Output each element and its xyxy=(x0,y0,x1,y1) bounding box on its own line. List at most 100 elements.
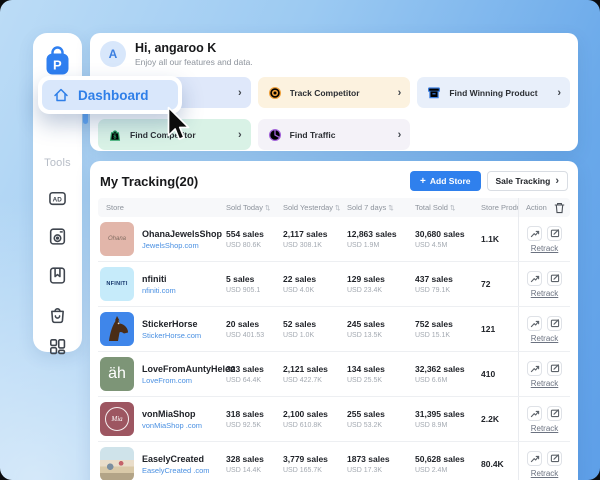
store-name: StickerHorse xyxy=(142,319,201,329)
edit-action-button[interactable] xyxy=(547,361,562,376)
apps-grid-icon xyxy=(47,336,68,357)
chart-icon xyxy=(530,228,540,238)
column-sold-today[interactable]: Sold Today⇅ xyxy=(226,203,283,212)
dashboard-popup-label: Dashboard xyxy=(78,88,149,103)
sale-tracking-button[interactable]: Sale Tracking › xyxy=(487,171,568,191)
analytics-action-button[interactable] xyxy=(527,316,542,331)
analytics-action-button[interactable] xyxy=(527,271,542,286)
trash-icon xyxy=(554,202,565,214)
store-logo: Ohana xyxy=(100,222,134,256)
delete-all-button[interactable] xyxy=(554,202,565,214)
store-logo: Mia xyxy=(100,402,134,436)
svg-text:P: P xyxy=(53,58,62,73)
sidebar-item-saved[interactable] xyxy=(47,265,68,286)
edit-icon xyxy=(550,318,560,328)
store-name: vonMiaShop xyxy=(142,409,202,419)
store-domain-link[interactable]: EaselyCreated .com xyxy=(142,466,210,475)
chevron-right-icon: › xyxy=(238,87,242,99)
store-products-count: 410 xyxy=(481,369,518,379)
edit-icon xyxy=(550,273,560,283)
chart-icon xyxy=(530,453,540,463)
edit-icon xyxy=(550,453,560,463)
store-products-count: 1.1K xyxy=(481,234,518,244)
greeting-text: Hi, angaroo K xyxy=(135,41,253,55)
greeting-subtitle: Enjoy all our features and data. xyxy=(135,57,253,67)
edit-action-button[interactable] xyxy=(547,406,562,421)
retrack-link[interactable]: Retrack xyxy=(531,244,559,253)
edit-icon xyxy=(550,363,560,373)
product-box-icon xyxy=(426,85,442,101)
avatar: A xyxy=(100,41,126,67)
edit-action-button[interactable] xyxy=(547,316,562,331)
sidebar-item-apps[interactable] xyxy=(47,336,68,357)
sort-icon: ⇅ xyxy=(450,205,455,212)
sidebar-item-ad-spy[interactable] xyxy=(47,226,68,247)
analytics-action-button[interactable] xyxy=(527,361,542,376)
retrack-link[interactable]: Retrack xyxy=(531,469,559,478)
edit-icon xyxy=(550,228,560,238)
analytics-action-button[interactable] xyxy=(527,451,542,466)
chevron-right-icon: › xyxy=(557,87,561,99)
tools-section-label: Tools xyxy=(33,157,82,169)
tracking-title: My Tracking(20) xyxy=(100,174,410,189)
column-store-products: Store Products xyxy=(481,203,518,212)
card-track-competitor[interactable]: Track Competitor › xyxy=(258,77,411,108)
svg-text:AD: AD xyxy=(53,196,63,203)
chevron-right-icon: › xyxy=(238,129,242,141)
app-screen: P Tools AD xyxy=(0,0,600,480)
sidebar-item-shop-finder[interactable] xyxy=(47,304,68,325)
table-row: StickerHorse StickerHorse.com 20 salesUS… xyxy=(98,307,570,352)
store-dollar-icon: $ xyxy=(107,127,123,143)
analytics-action-button[interactable] xyxy=(527,226,542,241)
mouse-cursor xyxy=(161,106,195,149)
table-row: EaselyCreated EaselyCreated .com 328 sal… xyxy=(98,442,570,480)
table-row: äh LoveFromAuntyHelen LoveFrom.com 323 s… xyxy=(98,352,570,397)
store-domain-link[interactable]: nfiniti.com xyxy=(142,286,176,295)
chevron-right-icon: › xyxy=(555,175,559,187)
home-icon xyxy=(52,86,70,104)
store-domain-link[interactable]: JewelsShop.com xyxy=(142,241,222,250)
card-label: Find Winning Product xyxy=(449,88,550,98)
pie-chart-icon xyxy=(267,127,283,143)
store-name: OhanaJewelsShop xyxy=(142,229,222,239)
target-icon xyxy=(267,85,283,101)
store-domain-link[interactable]: StickerHorse.com xyxy=(142,331,201,340)
column-sold-7days[interactable]: Sold 7 days⇅ xyxy=(347,203,415,212)
edit-action-button[interactable] xyxy=(547,226,562,241)
chart-icon xyxy=(530,273,540,283)
plus-icon: + xyxy=(420,176,426,187)
retrack-link[interactable]: Retrack xyxy=(531,334,559,343)
sidebar-item-ad-library[interactable]: AD xyxy=(47,188,68,209)
edit-action-button[interactable] xyxy=(547,271,562,286)
column-action: Action xyxy=(518,198,570,217)
store-logo: äh xyxy=(100,357,134,391)
edit-action-button[interactable] xyxy=(547,451,562,466)
table-header: Store Sold Today⇅ Sold Yesterday⇅ Sold 7… xyxy=(98,198,570,217)
edit-icon xyxy=(550,408,560,418)
store-products-count: 2.2K xyxy=(481,414,518,424)
store-domain-link[interactable]: vonMiaShop .com xyxy=(142,421,202,430)
card-find-traffic[interactable]: Find Traffic › xyxy=(258,119,411,150)
store-name: LoveFromAuntyHelen xyxy=(142,364,236,374)
card-find-winning-product[interactable]: Find Winning Product › xyxy=(417,77,570,108)
store-logo xyxy=(100,447,134,480)
retrack-link[interactable]: Retrack xyxy=(531,379,559,388)
store-products-count: 121 xyxy=(481,324,518,334)
chart-icon xyxy=(530,363,540,373)
shop-bag-icon xyxy=(47,304,68,325)
store-domain-link[interactable]: LoveFrom.com xyxy=(142,376,236,385)
analytics-action-button[interactable] xyxy=(527,406,542,421)
retrack-link[interactable]: Retrack xyxy=(531,289,559,298)
bookmark-icon xyxy=(47,265,68,286)
table-row: Mia vonMiaShop vonMiaShop .com 318 sales… xyxy=(98,397,570,442)
retrack-link[interactable]: Retrack xyxy=(531,424,559,433)
column-total-sold[interactable]: Total Sold⇅ xyxy=(415,203,481,212)
sort-icon: ⇅ xyxy=(265,205,270,212)
chevron-right-icon: › xyxy=(398,129,402,141)
ad-icon: AD xyxy=(47,188,68,209)
add-store-button[interactable]: + Add Store xyxy=(410,171,480,191)
table-row: NFINITI nfiniti nfiniti.com 5 salesUSD 9… xyxy=(98,262,570,307)
card-label: Track Competitor xyxy=(290,88,391,98)
store-products-count: 80.4K xyxy=(481,459,518,469)
column-sold-yesterday[interactable]: Sold Yesterday⇅ xyxy=(283,203,347,212)
